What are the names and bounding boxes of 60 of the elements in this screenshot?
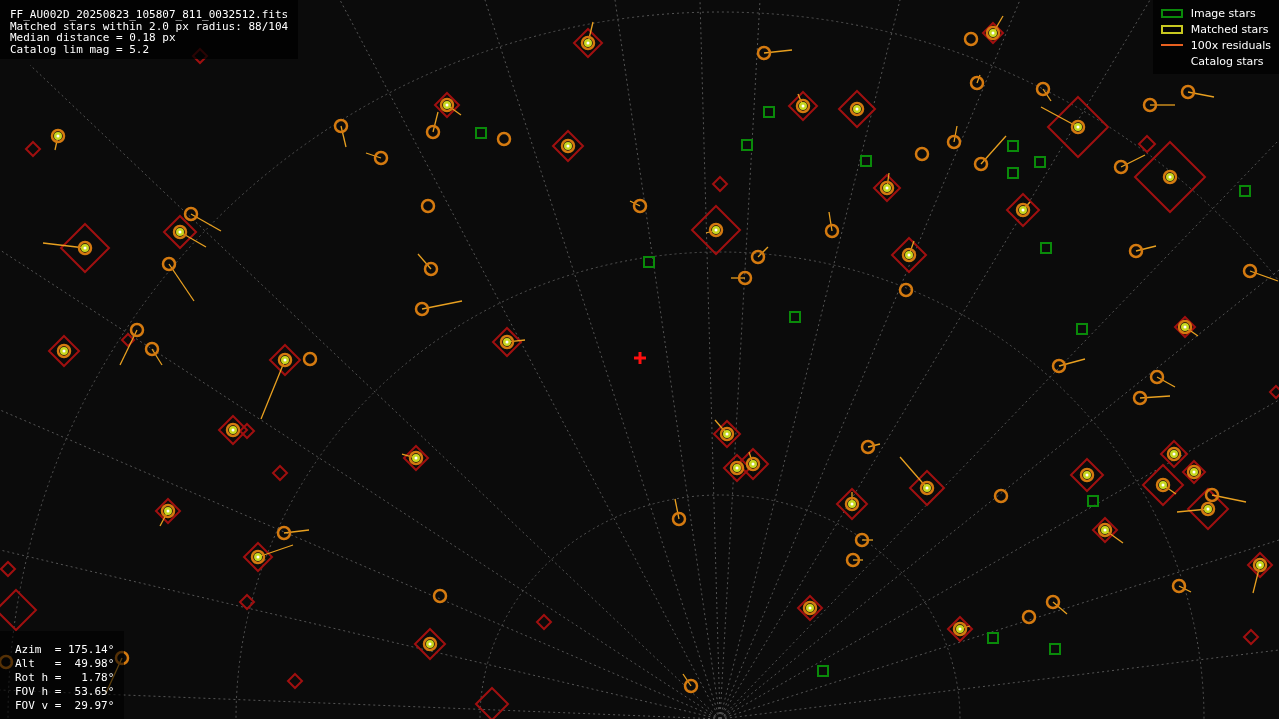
catalog-star-marker	[24, 140, 42, 158]
catalog-star-marker	[722, 453, 752, 483]
catalog-star-marker	[1069, 457, 1105, 493]
catalog-star-marker	[120, 332, 136, 348]
catalog-star-marker	[1186, 487, 1230, 531]
catalog-star-marker	[413, 627, 447, 661]
pointing-text: Azim = 175.14°	[15, 643, 115, 657]
catalog-star-marker	[1091, 516, 1119, 544]
catalog-star-marker	[690, 204, 742, 256]
catalog-star-marker	[835, 487, 869, 521]
pointing-text: FOV v = 29.97°	[15, 699, 115, 713]
legend-label: Image stars	[1190, 6, 1256, 20]
legend-swatch-icon	[1160, 24, 1183, 34]
info-text: Median distance = 0.18 px	[10, 32, 176, 44]
catalog-star-marker	[890, 236, 928, 274]
catalog-star-marker	[402, 444, 430, 472]
catalog-star-marker	[908, 469, 946, 507]
catalog-star-marker	[711, 175, 729, 193]
catalog-star-marker	[286, 672, 304, 690]
legend-line-icon	[1160, 44, 1183, 46]
catalog-star-marker	[1005, 192, 1041, 228]
unmatched-star-marker	[0, 654, 14, 670]
legend-label: Catalog stars	[1190, 54, 1264, 68]
info-text: Matched stars within 2.0 px radius: 88/104	[10, 20, 289, 32]
pointing-text: FOV h = 53.65°	[15, 685, 115, 699]
catalog-star-marker	[154, 497, 182, 525]
info-text: FF_AU002D_20250823_105807_811_0032512.fits	[10, 9, 289, 21]
pointing-text: Alt = 49.98°	[15, 657, 115, 671]
catalog-star-marker	[551, 129, 585, 163]
catalog-star-marker	[162, 214, 198, 250]
catalog-star-marker	[736, 447, 770, 481]
info-text: Catalog lim mag = 5.2	[10, 43, 151, 55]
catalog-star-marker	[1246, 551, 1274, 579]
catalog-star-marker	[0, 588, 38, 632]
catalog-star-marker	[271, 464, 289, 482]
catalog-star-marker	[572, 27, 604, 59]
catalog-star-marker	[433, 91, 461, 119]
legend-swatch-icon	[1160, 8, 1183, 18]
legend-label: 100x residuals	[1190, 38, 1271, 52]
catalog-star-marker	[872, 173, 902, 203]
catalog-star-marker	[837, 89, 877, 129]
pointing-text: Rot h = 1.78°	[15, 671, 115, 685]
center-cross-icon	[632, 350, 648, 366]
catalog-star-marker	[238, 593, 256, 611]
catalog-star-marker	[491, 326, 523, 358]
catalog-star-marker	[535, 613, 553, 631]
catalog-star-marker	[268, 343, 302, 377]
legend-label: Matched stars	[1190, 22, 1269, 36]
catalog-star-marker	[1046, 95, 1110, 159]
catalog-star-marker	[946, 615, 974, 643]
catalog-star-marker	[242, 541, 274, 573]
catalog-star-marker	[47, 334, 81, 368]
catalog-star-marker	[0, 560, 17, 578]
catalog-star-marker	[59, 222, 111, 274]
catalog-star-marker	[796, 594, 824, 622]
catalog-star-marker	[787, 90, 819, 122]
catalog-star-marker	[712, 419, 742, 449]
catalog-star-marker	[1242, 628, 1260, 646]
catalog-star-marker	[474, 686, 510, 719]
catalog-star-marker	[1268, 384, 1279, 400]
